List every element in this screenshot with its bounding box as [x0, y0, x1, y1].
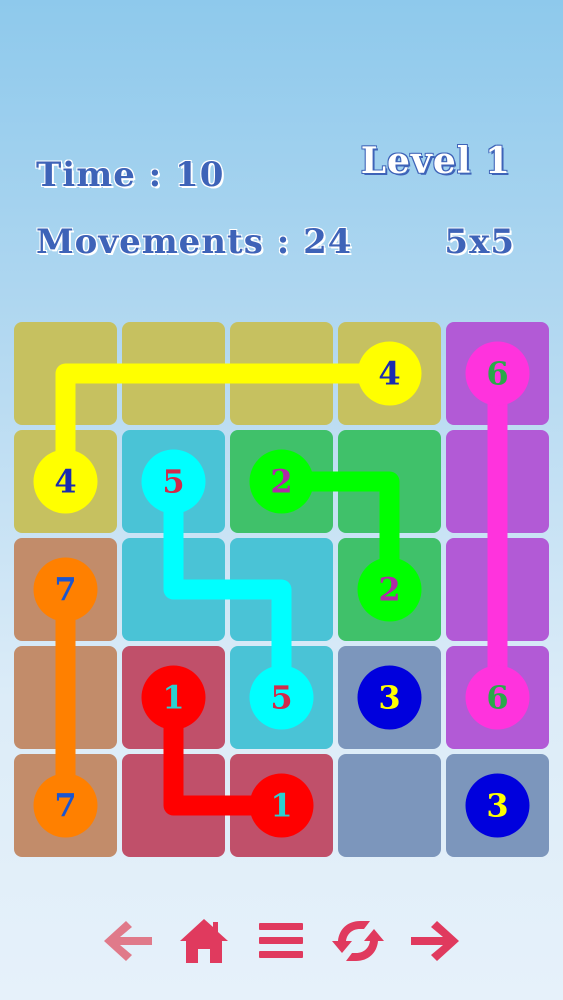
next-button[interactable] [407, 915, 463, 967]
arrow-left-icon [104, 921, 152, 961]
refresh-icon [332, 921, 384, 961]
endpoint-number: 2 [270, 463, 292, 501]
game-board[interactable]: 4 4 6 6 5 5 2 2 7 7 1 1 3 3 [0, 0, 563, 1000]
menu-icon [259, 923, 303, 958]
endpoint-number: 2 [378, 571, 400, 609]
menu-button[interactable] [253, 915, 309, 967]
endpoint-number: 1 [162, 679, 184, 717]
endpoint-number: 7 [54, 571, 76, 609]
endpoint-number: 7 [54, 787, 76, 825]
endpoint-number: 4 [54, 463, 76, 501]
endpoint-number: 3 [378, 679, 400, 717]
restart-button[interactable] [330, 915, 386, 967]
back-button[interactable] [100, 915, 156, 967]
endpoint-number: 5 [162, 463, 184, 501]
endpoint-number: 6 [486, 679, 508, 717]
arrow-right-icon [411, 921, 459, 961]
endpoint-number: 4 [378, 355, 400, 393]
endpoint-number: 5 [270, 679, 292, 717]
endpoint-number: 6 [486, 355, 508, 393]
home-icon [180, 919, 228, 963]
endpoint-number: 1 [270, 787, 292, 825]
bottom-toolbar [0, 915, 563, 967]
endpoint-number: 3 [486, 787, 508, 825]
grid-cell[interactable] [338, 754, 441, 857]
home-button[interactable] [176, 915, 232, 967]
